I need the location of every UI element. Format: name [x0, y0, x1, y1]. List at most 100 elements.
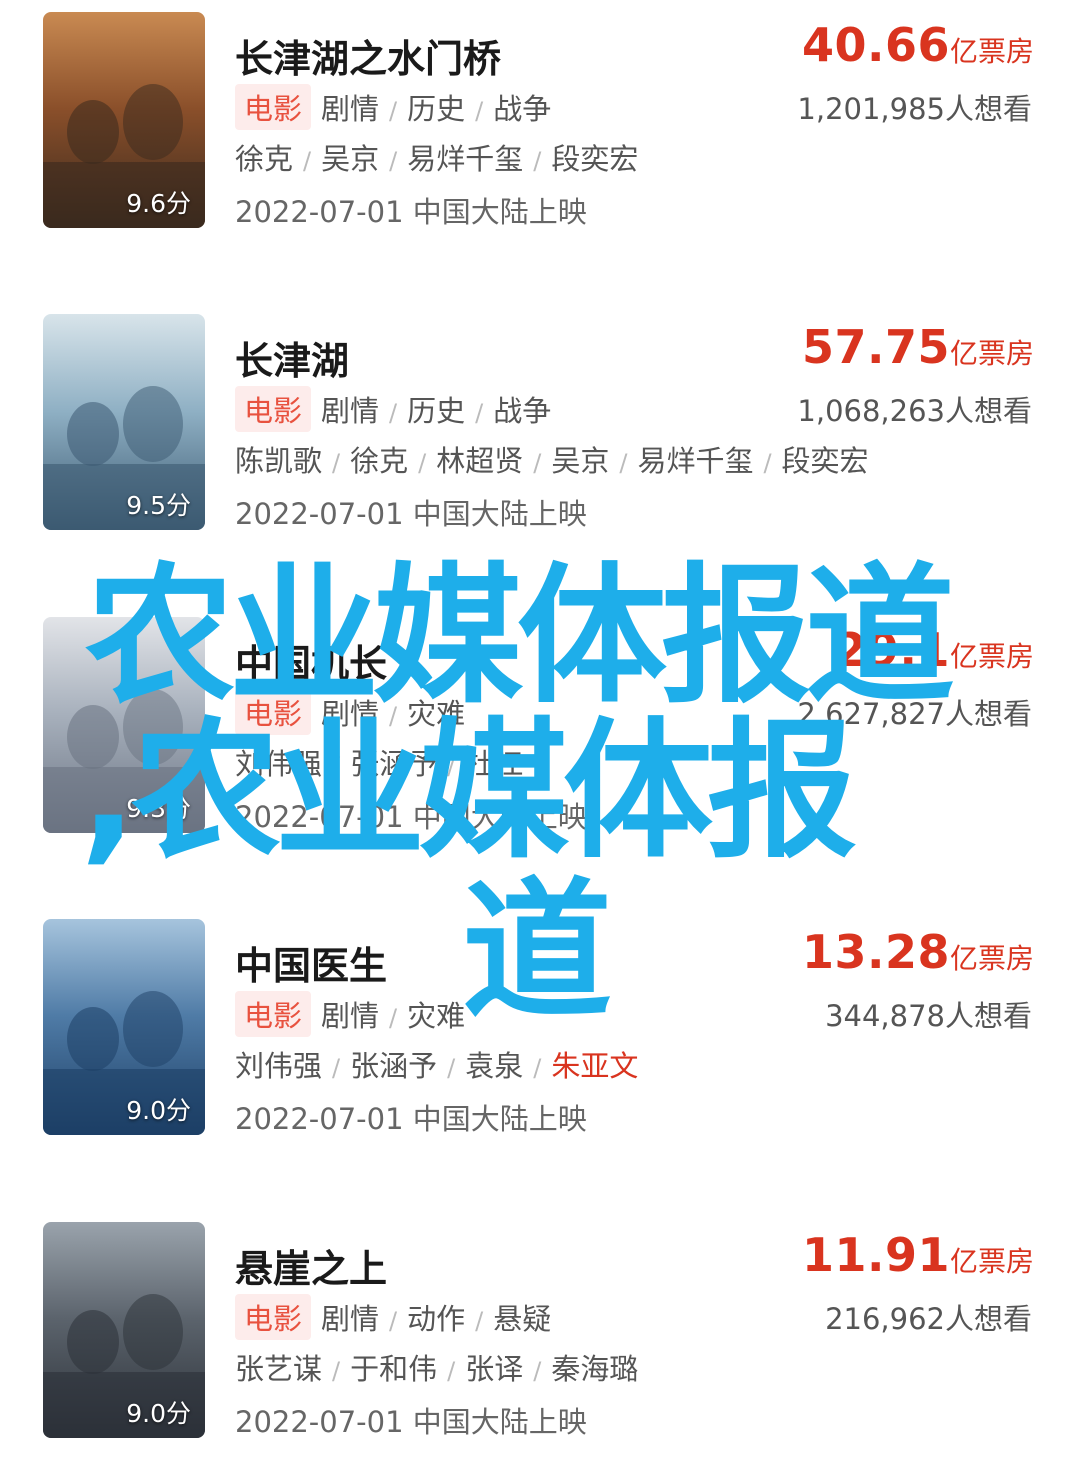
cast-member: 易烊千玺: [407, 142, 524, 176]
box-office-number: 13.28: [801, 925, 950, 979]
box-office-unit: 亿票房: [949, 35, 1034, 68]
cast-member: 刘伟强: [235, 747, 323, 781]
box-office-unit: 亿票房: [949, 640, 1034, 673]
genre-tag: 历史: [407, 394, 466, 428]
separator: /: [533, 1054, 542, 1082]
movie-item[interactable]: 9.6分 长津湖之水门桥 电影 剧情 / 历史 / 战争 徐克 / 吴京 / 易烊千玺 / 段奕宏 2022-…: [0, 12, 1079, 252]
movie-item[interactable]: 9.0分 中国医生 电影 剧情 / 灾难 刘伟强 / 张涵予 / 袁泉 / 朱亚文 2022-07-01 …: [0, 919, 1079, 1159]
movie-item[interactable]: 9.3分 中国机长 电影 剧情 / 灾难 刘伟强 / 张涵予 / 杜江 2022-07-01 中国大陆…: [0, 617, 1079, 857]
box-office: 57.75亿票房: [802, 320, 1034, 374]
release-date: 2022-07-01 中国大陆上映: [235, 800, 587, 834]
movie-poster[interactable]: 9.5分: [43, 314, 205, 530]
cast-member: 张涵予: [350, 1049, 438, 1083]
separator: /: [447, 1357, 456, 1385]
cast-member: 林超贤: [436, 444, 524, 478]
genre-tag: 剧情: [321, 697, 380, 731]
cast-member: 杜江: [465, 747, 524, 781]
movie-item[interactable]: 9.0分 悬崖之上 电影 剧情 / 动作 / 悬疑 张艺谋 / 于和伟 / 张译 / 秦海璐 2022-07-…: [0, 1222, 1079, 1462]
want-count: 1,068,263人想看: [797, 394, 1032, 428]
box-office-number: 57.75: [801, 320, 950, 374]
separator: /: [447, 1054, 456, 1082]
want-count: 1,201,985人想看: [797, 92, 1032, 126]
movie-poster[interactable]: 9.6分: [43, 12, 205, 228]
separator: /: [447, 752, 456, 780]
cast-line: 陈凯歌 / 徐克 / 林超贤 / 吴京 / 易烊千玺 / 段奕宏: [235, 438, 869, 480]
genre-line: 电影 剧情 / 灾难: [235, 991, 465, 1037]
movie-title[interactable]: 悬崖之上: [235, 1238, 387, 1293]
type-badge: 电影: [235, 84, 312, 130]
genre-tag: 动作: [407, 1302, 466, 1336]
cast-line: 张艺谋 / 于和伟 / 张译 / 秦海璐: [235, 1346, 638, 1388]
genre-tag: 历史: [407, 92, 466, 126]
separator: /: [389, 399, 398, 427]
cast-line: 刘伟强 / 张涵予 / 袁泉 / 朱亚文: [235, 1043, 638, 1085]
cast-member: 徐克: [350, 444, 409, 478]
separator: /: [475, 399, 484, 427]
cast-member: 吴京: [551, 444, 610, 478]
cast-member: 张艺谋: [235, 1352, 323, 1386]
genre-line: 电影 剧情 / 历史 / 战争: [235, 386, 551, 432]
cast-line: 徐克 / 吴京 / 易烊千玺 / 段奕宏: [235, 136, 638, 178]
cast-member: 吴京: [321, 142, 380, 176]
separator: /: [389, 1307, 398, 1335]
genre-tag: 剧情: [321, 92, 380, 126]
poster-score: 9.0分: [126, 1096, 191, 1125]
cast-member: 张涵予: [350, 747, 438, 781]
cast-member: 陈凯歌: [235, 444, 323, 478]
genre-tag: 剧情: [321, 394, 380, 428]
cast-member: 刘伟强: [235, 1049, 323, 1083]
want-count: 2,627,827人想看: [797, 697, 1032, 731]
poster-score: 9.0分: [126, 1399, 191, 1428]
genre-line: 电影 剧情 / 动作 / 悬疑: [235, 1294, 551, 1340]
type-badge: 电影: [235, 991, 312, 1037]
separator: /: [389, 1004, 398, 1032]
genre-tag: 剧情: [321, 1302, 380, 1336]
movie-title[interactable]: 中国医生: [235, 935, 387, 990]
poster-score: 9.5分: [126, 491, 191, 520]
type-badge: 电影: [235, 689, 312, 735]
cast-member: 张译: [465, 1352, 524, 1386]
box-office: 11.91亿票房: [802, 1228, 1034, 1282]
cast-member: 段奕宏: [551, 142, 639, 176]
box-office-unit: 亿票房: [949, 942, 1034, 975]
genre-tag: 剧情: [321, 999, 380, 1033]
movie-poster[interactable]: 9.3分: [43, 617, 205, 833]
poster-score: 9.3分: [126, 794, 191, 823]
box-office: 40.66亿票房: [802, 18, 1034, 72]
separator: /: [533, 449, 542, 477]
box-office: 29.1亿票房: [834, 623, 1034, 677]
cast-member: 袁泉: [465, 1049, 524, 1083]
separator: /: [332, 752, 341, 780]
separator: /: [763, 449, 772, 477]
release-date: 2022-07-01 中国大陆上映: [235, 497, 587, 531]
genre-tag: 灾难: [407, 697, 466, 731]
genre-tag: 战争: [493, 92, 552, 126]
cast-member: 徐克: [235, 142, 294, 176]
want-count: 216,962人想看: [825, 1302, 1032, 1336]
movie-poster[interactable]: 9.0分: [43, 919, 205, 1135]
genre-line: 电影 剧情 / 灾难: [235, 689, 465, 735]
cast-member: 朱亚文: [551, 1049, 639, 1083]
cast-member: 于和伟: [350, 1352, 438, 1386]
movie-item[interactable]: 9.5分 长津湖 电影 剧情 / 历史 / 战争 陈凯歌 / 徐克 / 林超贤 / 吴京 / 易烊千玺 / 段奕宏 2…: [0, 314, 1079, 554]
separator: /: [619, 449, 628, 477]
cast-member: 段奕宏: [781, 444, 869, 478]
box-office: 13.28亿票房: [802, 925, 1034, 979]
type-badge: 电影: [235, 386, 312, 432]
genre-tag: 悬疑: [493, 1302, 552, 1336]
box-office-unit: 亿票房: [949, 337, 1034, 370]
movie-poster[interactable]: 9.0分: [43, 1222, 205, 1438]
genre-line: 电影 剧情 / 历史 / 战争: [235, 84, 551, 130]
cast-line: 刘伟强 / 张涵予 / 杜江: [235, 741, 523, 783]
movie-title[interactable]: 中国机长: [235, 633, 387, 688]
movie-title[interactable]: 长津湖: [235, 330, 349, 385]
movie-title[interactable]: 长津湖之水门桥: [235, 28, 501, 83]
release-date: 2022-07-01 中国大陆上映: [235, 1102, 587, 1136]
separator: /: [533, 1357, 542, 1385]
separator: /: [389, 147, 398, 175]
release-date: 2022-07-01 中国大陆上映: [235, 1405, 587, 1439]
separator: /: [332, 449, 341, 477]
box-office-number: 29.1: [834, 623, 950, 677]
release-date: 2022-07-01 中国大陆上映: [235, 195, 587, 229]
separator: /: [389, 97, 398, 125]
